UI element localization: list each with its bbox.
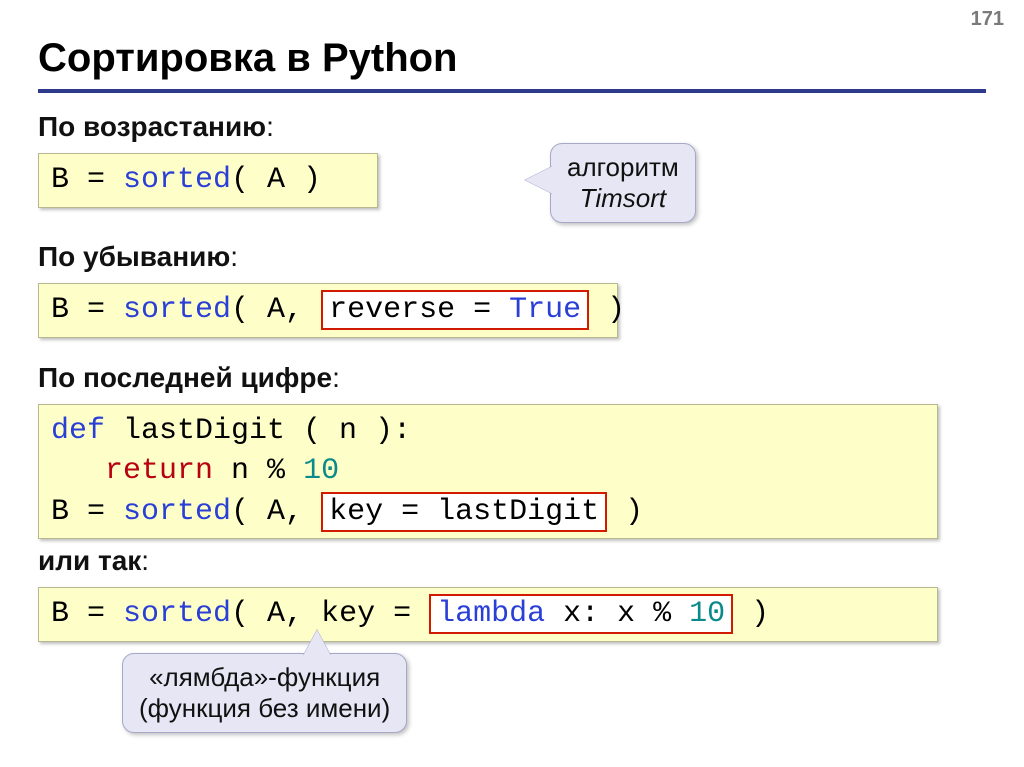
callout-tail-icon [525,166,553,194]
kw-sorted: sorted [123,293,231,327]
frame-reverse: reverse = True [321,290,589,330]
kw-lambda: lambda [437,597,545,631]
kw-sorted: sorted [123,597,231,631]
num-ten: 10 [689,597,725,631]
row-ascending: B = sorted( A ) алгоритм Timsort [38,153,986,231]
section-or-label: или так: [38,545,986,577]
frame-text: key = lastDigit [329,495,599,529]
callout-timsort: алгоритм Timsort [550,143,696,223]
code-text: ) [589,293,625,327]
section-lastdigit-label: По последней цифре: [38,362,986,394]
section-ascending-label: По возрастанию: [38,111,986,143]
row-lastdigit: def lastDigit ( n ): return n % 10 B = s… [38,404,986,540]
label-colon: : [266,111,274,142]
code-text: B = [51,597,123,631]
label-text: По убыванию [38,241,230,272]
code-text: lastDigit ( n ): [105,414,411,448]
code-text: B = [51,495,123,529]
code-text: B = [51,163,123,197]
label-text: По последней цифре [38,362,332,393]
callout-tail-icon [303,630,331,656]
code-text: ( A, [231,495,321,529]
code-text: ( A, key = [231,597,429,631]
page-number: 171 [971,8,1004,31]
frame-text: x: x % [545,597,689,631]
code-text: ( A, [231,293,321,327]
callout-lambda: «лямбда»-функция (функция без имени) [122,653,407,733]
page-title: Сортировка в Python [38,36,986,93]
code-text: n % [213,454,303,488]
label-colon: : [332,362,340,393]
callout-line: Timsort [567,183,679,214]
label-text: По возрастанию [38,111,266,142]
row-lambda: B = sorted( A, key = lambda x: x % 10 ) … [38,587,986,727]
callout-line: алгоритм [567,152,679,183]
code-indent [51,454,105,488]
section-descending-label: По убыванию: [38,241,986,273]
code-text: ( A ) [231,163,321,197]
code-text: B = [51,293,123,327]
kw-def: def [51,414,105,448]
frame-lambda: lambda x: x % 10 [429,594,733,634]
label-colon: : [141,545,149,576]
kw-sorted: sorted [123,495,231,529]
code-lambda: B = sorted( A, key = lambda x: x % 10 ) [38,587,938,642]
code-descending: B = sorted( A, reverse = True ) [38,283,618,338]
code-text: ) [607,495,643,529]
label-colon: : [230,241,238,272]
frame-text: reverse = [329,293,509,327]
row-descending: B = sorted( A, reverse = True ) [38,283,986,338]
callout-line: (функция без имени) [139,693,390,724]
kw-return: return [105,454,213,488]
frame-key-lastdigit: key = lastDigit [321,492,607,532]
kw-true: True [509,293,581,327]
num-ten: 10 [303,454,339,488]
code-lastdigit: def lastDigit ( n ): return n % 10 B = s… [38,404,938,540]
code-text: ) [733,597,769,631]
callout-line: «лямбда»-функция [139,662,390,693]
code-ascending: B = sorted( A ) [38,153,378,208]
kw-sorted: sorted [123,163,231,197]
label-text: или так [38,545,141,576]
